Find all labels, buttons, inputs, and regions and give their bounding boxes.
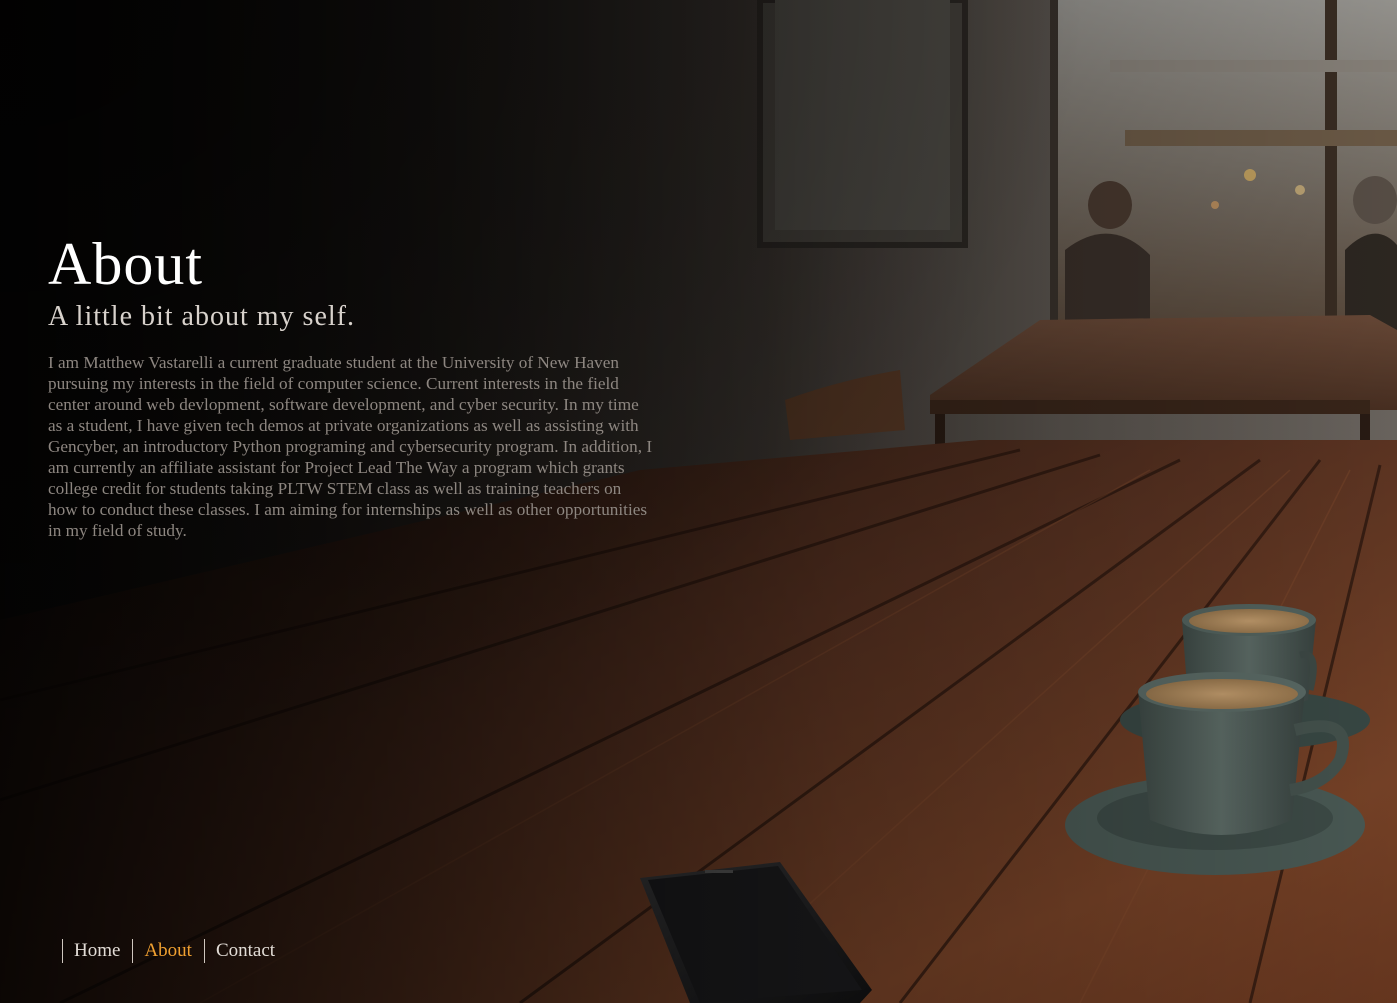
nav-item-contact[interactable]: Contact <box>203 939 287 963</box>
nav-item-about[interactable]: About <box>132 939 204 963</box>
nav-item-home[interactable]: Home <box>62 939 132 963</box>
page: About A little bit about my self. I am M… <box>0 0 1397 1003</box>
page-subtitle: A little bit about my self. <box>48 301 355 332</box>
about-paragraph: I am Matthew Vastarelli a current gradua… <box>48 353 653 540</box>
about-section: About A little bit about my self. I am M… <box>48 232 653 541</box>
bottom-nav: Home About Contact <box>62 939 287 963</box>
page-title: About <box>48 231 203 297</box>
